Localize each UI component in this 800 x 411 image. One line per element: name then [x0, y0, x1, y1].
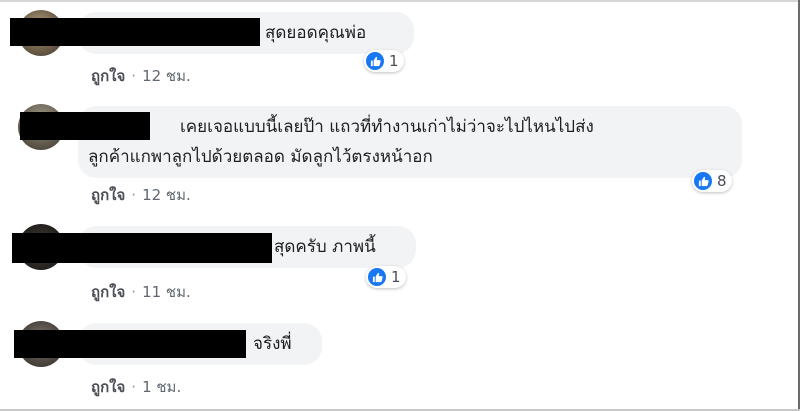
separator-dot: · — [131, 378, 137, 396]
comment-text-line-1: เคยเจอแบบนี้เลยป๊า แถวที่ทำงานเก่าไม่ว่า… — [180, 117, 594, 137]
redacted-author-name — [20, 112, 150, 140]
like-link[interactable]: ถูกใจ — [91, 283, 125, 301]
like-link[interactable]: ถูกใจ — [91, 378, 125, 396]
like-thumb-icon — [366, 52, 384, 70]
separator-dot: · — [131, 67, 137, 85]
redacted-author-name — [12, 233, 272, 263]
reaction-count-number: 1 — [389, 52, 399, 70]
comment-bubble: เคยเจอแบบนี้เลยป๊า แถวที่ทำงานเก่าไม่ว่า… — [78, 106, 742, 178]
like-thumb-icon — [694, 172, 712, 190]
comment-text: สุดยอดคุณพ่อ — [265, 23, 367, 43]
like-link[interactable]: ถูกใจ — [91, 186, 125, 204]
redacted-author-name — [10, 18, 260, 46]
comment-thread: สุดยอดคุณพ่อ 1 ถูกใจ · 12 ชม. เคยเจอแบบนี้… — [0, 0, 800, 411]
reaction-count[interactable]: 1 — [364, 50, 404, 72]
reaction-count[interactable]: 1 — [366, 266, 406, 288]
reaction-count-number: 8 — [717, 172, 727, 190]
comment-meta: ถูกใจ · 12 ชม. — [91, 64, 191, 88]
frame-top-edge — [0, 0, 800, 2]
like-thumb-icon — [368, 268, 386, 286]
timestamp[interactable]: 1 ชม. — [142, 378, 181, 396]
comment-meta: ถูกใจ · 11 ชม. — [91, 280, 191, 304]
comment-text: สุดครับ ภาพนี้ — [274, 237, 376, 257]
comment-meta: ถูกใจ · 12 ชม. — [91, 183, 191, 207]
timestamp[interactable]: 12 ชม. — [142, 186, 191, 204]
separator-dot: · — [131, 283, 137, 301]
comment-text: จริงพี่ — [253, 334, 292, 354]
reaction-count-number: 1 — [391, 268, 401, 286]
reaction-count[interactable]: 8 — [692, 170, 732, 192]
timestamp[interactable]: 12 ชม. — [142, 67, 191, 85]
separator-dot: · — [131, 186, 137, 204]
timestamp[interactable]: 11 ชม. — [142, 283, 191, 301]
like-link[interactable]: ถูกใจ — [91, 67, 125, 85]
redacted-author-name — [14, 330, 246, 358]
comment-text-line-2: ลูกค้าแกพาลูกไปด้วยตลอด มัดลูกไว้ตรงหน้า… — [88, 147, 433, 167]
comment-meta: ถูกใจ · 1 ชม. — [91, 375, 181, 399]
